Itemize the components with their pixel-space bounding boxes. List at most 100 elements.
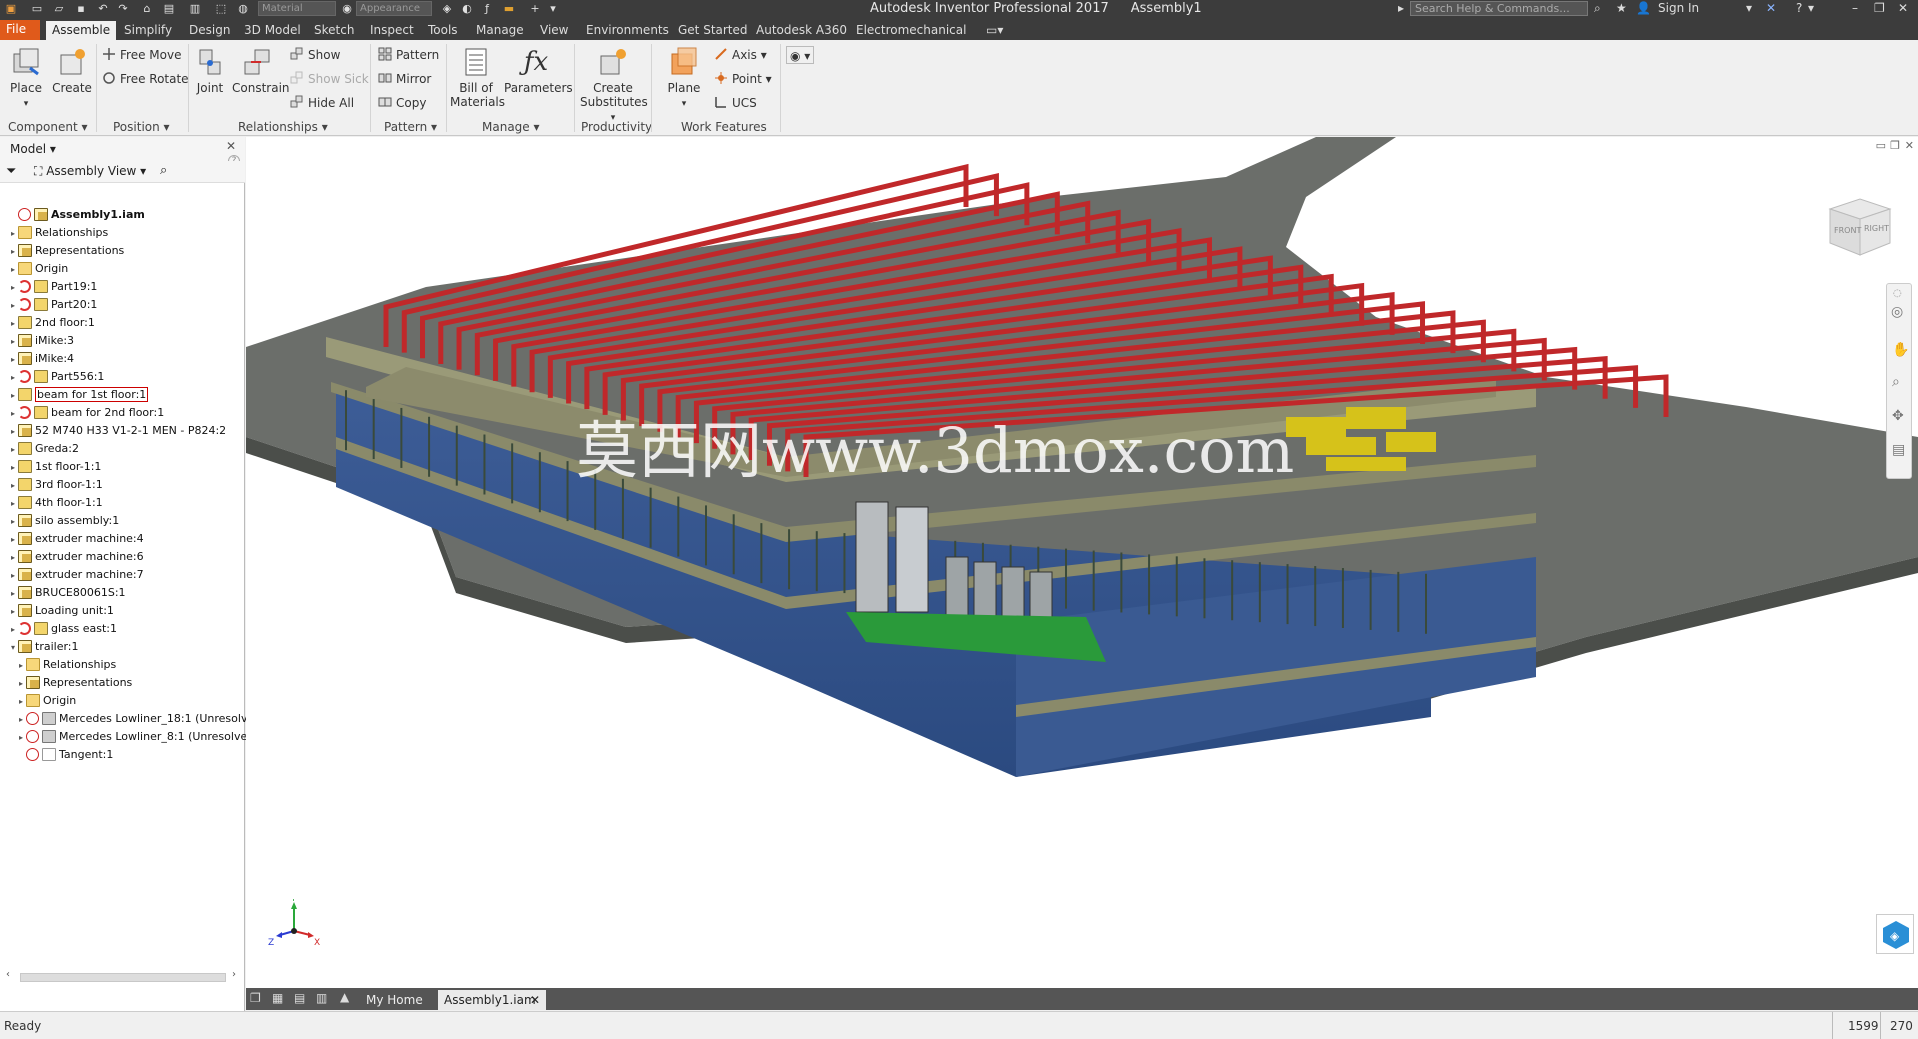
- restore-icon[interactable]: ❐: [1874, 1, 1885, 16]
- tab-view[interactable]: View: [534, 21, 574, 40]
- function-icon[interactable]: ƒ: [480, 2, 494, 15]
- tree-node[interactable]: ▸ Relationships: [16, 656, 116, 674]
- tab-environments[interactable]: Environments: [580, 21, 675, 40]
- component-panel-label[interactable]: Component ▾: [8, 120, 88, 134]
- steering-wheel-icon[interactable]: ◎: [1891, 304, 1903, 320]
- undo-icon[interactable]: ↶: [96, 2, 110, 15]
- scroll-right-icon[interactable]: ›: [232, 969, 236, 980]
- tree-node[interactable]: ▸ Greda:2: [8, 440, 79, 458]
- expand-arrow-icon[interactable]: ▸: [8, 315, 18, 333]
- new-file-icon[interactable]: ▭: [30, 2, 44, 15]
- tab-get-started[interactable]: Get Started: [672, 21, 754, 40]
- expand-arrow-icon[interactable]: ▸: [16, 729, 26, 747]
- tile-horizontal-icon[interactable]: ▤: [294, 991, 305, 1005]
- tree-node[interactable]: ▸ iMike:3: [8, 332, 74, 350]
- panel-options-dropdown[interactable]: ◉ ▾: [786, 46, 815, 64]
- tile-vertical-icon[interactable]: ▥: [316, 991, 327, 1005]
- close-window-icon[interactable]: ✕: [1898, 1, 1908, 16]
- tab-file[interactable]: File: [0, 20, 40, 40]
- clear-appearance-icon[interactable]: ◈: [440, 2, 454, 15]
- customize-icon[interactable]: ▾: [546, 2, 560, 15]
- pattern-button[interactable]: Pattern: [378, 46, 439, 64]
- appearance-combo[interactable]: Appearance: [356, 1, 432, 16]
- nav-options-icon[interactable]: ◌: [1893, 288, 1902, 299]
- ucs-button[interactable]: UCS: [714, 94, 757, 112]
- material-combo[interactable]: Material: [258, 1, 336, 16]
- color-wheel-icon[interactable]: ◉: [340, 2, 354, 15]
- tree-node[interactable]: ▸ extruder machine:6: [8, 548, 144, 566]
- expand-arrow-icon[interactable]: ▸: [8, 369, 18, 387]
- tree-node[interactable]: Tangent:1: [16, 746, 113, 764]
- tab-autodesk-a360[interactable]: Autodesk A360: [750, 21, 853, 40]
- viewcube-front-label[interactable]: FRONT: [1834, 226, 1861, 235]
- tab-manage[interactable]: Manage: [470, 21, 530, 40]
- tab-3d-model[interactable]: 3D Model: [238, 21, 307, 40]
- browser-horizontal-scrollbar[interactable]: ‹ ›: [6, 969, 238, 983]
- tree-node[interactable]: ▸ Loading unit:1: [8, 602, 114, 620]
- axis-button[interactable]: Axis ▾: [714, 46, 767, 64]
- tree-node[interactable]: ▸ Representations: [8, 242, 124, 260]
- tab-inspect[interactable]: Inspect: [364, 21, 420, 40]
- expand-arrow-icon[interactable]: ▸: [16, 711, 26, 729]
- expand-arrow-icon[interactable]: ▸: [8, 279, 18, 297]
- zoom-icon[interactable]: ⌕: [1892, 374, 1900, 390]
- tree-node[interactable]: ▸ Mercedes Lowliner_18:1 (Unresolved): [16, 710, 266, 728]
- manage-panel-label[interactable]: Manage ▾: [482, 120, 540, 134]
- tab-assembly1-iam[interactable]: Assembly1.iam ✕: [438, 990, 546, 1010]
- expand-arrow-icon[interactable]: ▸: [8, 567, 18, 585]
- create-component-button[interactable]: Create: [52, 46, 92, 95]
- find-binoculars-icon[interactable]: ⌕: [160, 163, 167, 178]
- tree-node[interactable]: ▾ trailer:1: [8, 638, 79, 656]
- share-view-button[interactable]: ◈: [1876, 914, 1914, 954]
- binoculars-icon[interactable]: ⌕: [1594, 1, 1601, 16]
- expand-arrow-icon[interactable]: ▸: [8, 459, 18, 477]
- tab-sketch[interactable]: Sketch: [308, 21, 360, 40]
- search-input[interactable]: Search Help & Commands...: [1410, 1, 1588, 16]
- relationships-panel-label[interactable]: Relationships ▾: [238, 120, 328, 134]
- filter-icon[interactable]: ⏷: [6, 164, 16, 179]
- redo-icon[interactable]: ↷: [116, 2, 130, 15]
- joint-button[interactable]: Joint: [192, 46, 228, 95]
- tree-node[interactable]: ▸ beam for 2nd floor:1: [8, 404, 164, 422]
- expand-arrow-icon[interactable]: ▸: [8, 603, 18, 621]
- point-button[interactable]: Point ▾: [714, 70, 772, 88]
- projects-icon[interactable]: ▤: [162, 2, 176, 15]
- sign-in-dropdown-icon[interactable]: ▾: [1746, 1, 1752, 16]
- close-tab-icon[interactable]: ✕: [530, 990, 540, 1010]
- viewport-close-icon[interactable]: ✕: [1905, 139, 1914, 152]
- tree-node[interactable]: ▸ 4th floor-1:1: [8, 494, 103, 512]
- look-at-icon[interactable]: ▤: [1892, 442, 1905, 458]
- expand-arrow-icon[interactable]: ▸: [16, 675, 26, 693]
- expand-arrow-icon[interactable]: ▸: [16, 693, 26, 711]
- tree-node[interactable]: ▸ Origin: [8, 260, 68, 278]
- open-file-icon[interactable]: ▱: [52, 2, 66, 15]
- position-panel-label[interactable]: Position ▾: [113, 120, 170, 134]
- copy-button[interactable]: Copy: [378, 94, 426, 112]
- measure-icon[interactable]: ◍: [236, 2, 250, 15]
- select-icon[interactable]: ⬚: [214, 2, 228, 15]
- expand-arrow-icon[interactable]: ▸: [8, 495, 18, 513]
- tree-node[interactable]: Assembly1.iam: [8, 206, 145, 224]
- exchange-apps-icon[interactable]: ✕: [1766, 1, 1776, 16]
- parameters-button[interactable]: ƒx Parameters: [504, 46, 573, 95]
- expand-arrow-icon[interactable]: ▸: [8, 405, 18, 423]
- expand-arrow-icon[interactable]: ▸: [8, 333, 18, 351]
- tree-node[interactable]: ▸ extruder machine:7: [8, 566, 144, 584]
- close-browser-icon[interactable]: ✕: [226, 139, 236, 153]
- constrain-button[interactable]: Constrain: [232, 46, 290, 95]
- expand-arrow-icon[interactable]: ▸: [16, 657, 26, 675]
- tree-node[interactable]: ▸ extruder machine:4: [8, 530, 144, 548]
- viewport-restore-icon[interactable]: ❐: [1890, 139, 1900, 152]
- tree-node[interactable]: ▸ Part19:1: [8, 278, 97, 296]
- cascade-windows-icon[interactable]: ❐: [250, 991, 261, 1005]
- tree-node[interactable]: ▸ Part20:1: [8, 296, 97, 314]
- plane-button[interactable]: Plane ▾: [664, 46, 704, 111]
- expand-arrow-icon[interactable]: ▸: [8, 243, 18, 261]
- place-button[interactable]: Place ▾: [6, 46, 46, 111]
- adjust-icon[interactable]: ◐: [460, 2, 474, 15]
- expand-arrow-icon[interactable]: ▸: [8, 423, 18, 441]
- free-move-button[interactable]: Free Move: [102, 46, 181, 64]
- orbit-icon[interactable]: ✥: [1892, 408, 1904, 424]
- expand-arrow-icon[interactable]: ▸: [8, 351, 18, 369]
- free-rotate-button[interactable]: Free Rotate: [102, 70, 189, 88]
